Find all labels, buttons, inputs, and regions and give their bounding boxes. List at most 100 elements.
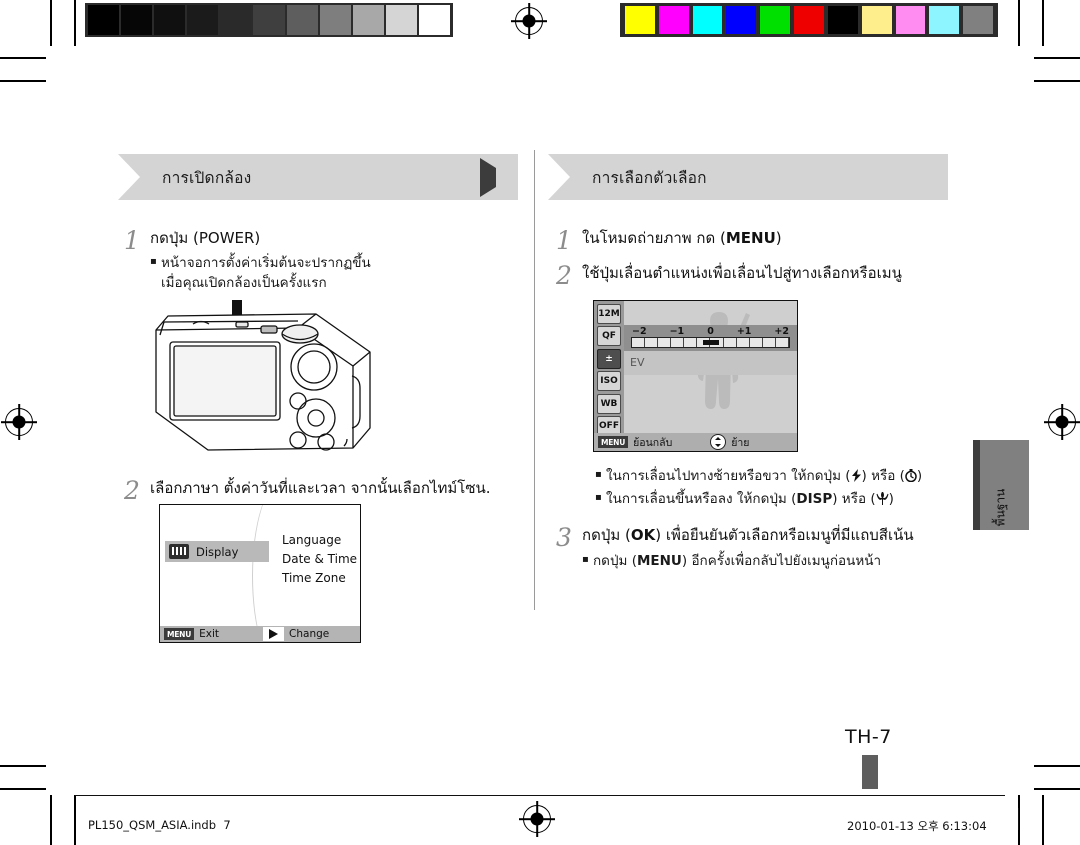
- lcd-icon-column: 12M QF ± ISO WB OFF OFF: [594, 301, 624, 451]
- crop-mark-bottom-right-h2: [1034, 788, 1080, 790]
- registration-target-icon-right: [1048, 408, 1076, 436]
- crop-mark-top-left-h2: [0, 80, 46, 82]
- change-label: Change: [289, 628, 330, 640]
- left-step-1-bullet-2: เมื่อคุณเปิดกล้องเป็นครั้งแรก: [161, 275, 327, 291]
- color-swatch-4: [760, 6, 791, 34]
- ev-tick-0: 0: [707, 326, 714, 337]
- crop-mark-top-right-h: [1034, 57, 1080, 59]
- color-swatch-2: [692, 6, 723, 34]
- option-time-zone[interactable]: Time Zone: [282, 569, 357, 588]
- macro-tulip-icon: [876, 491, 889, 505]
- footer-file: PL150_QSM_ASIA.indb: [88, 818, 217, 832]
- exit-label: Exit: [199, 628, 220, 640]
- ev-adjust-row[interactable]: −2 −1 0 +1 +2: [624, 325, 797, 351]
- ev-label: EV: [630, 356, 645, 369]
- bullet-dot-icon-4: ▪: [582, 553, 589, 565]
- gray-swatch-3: [187, 5, 219, 35]
- color-swatch-8: [895, 6, 926, 34]
- right-step-2-text: ใช้ปุ่มเลื่อนตำแหน่งเพื่อเลื่อนไปสู่ทางเ…: [582, 264, 902, 282]
- menu-key-badge-lcd: MENU: [598, 436, 629, 448]
- right-step-1: 1 ในโหมดถ่ายภาพ กด (MENU): [556, 228, 976, 253]
- color-swatch-1: [658, 6, 689, 34]
- color-swatch-7: [861, 6, 892, 34]
- ev-label-row: EV: [624, 351, 797, 375]
- camera-lcd-screen: 12M QF ± ISO WB OFF OFF −2 −1 0 +1 +2 EV…: [593, 300, 798, 452]
- lcd-bottom-bar: MENU ย้อนกลับ ย้าย: [594, 433, 797, 451]
- option-date-time[interactable]: Date & Time: [282, 550, 357, 569]
- crop-mark-top-left-h: [0, 57, 46, 59]
- right-step-2: 2 ใช้ปุ่มเลื่อนตำแหน่งเพื่อเลื่อนไปสู่ทา…: [556, 263, 986, 288]
- section-header-right: การเลือกตัวเลือก: [548, 154, 948, 200]
- right-step-2-number: 2: [556, 261, 572, 290]
- footer-page: 7: [223, 818, 231, 832]
- right-step-3-bullet: ▪ กดปุ่ม (MENU) อีกครั้งเพื่อกลับไปยังเม…: [582, 551, 914, 571]
- color-swatch-9: [929, 6, 960, 34]
- side-tab-label: พื้นฐาน: [993, 488, 1008, 527]
- ok-key-label: OK: [630, 526, 656, 544]
- right-step-3: 3 กดปุ่ม (OK) เพื่อยืนยันตัวเลือกหรือเมน…: [556, 525, 986, 571]
- color-swatch-10: [963, 6, 993, 34]
- gray-swatch-4: [220, 5, 252, 35]
- section-header-left: การเปิดกล้อง: [118, 154, 518, 200]
- decorative-curve-1: [160, 505, 191, 642]
- right-step-3-number: 3: [556, 523, 572, 552]
- left-step-1: 1 กดปุ่ม (POWER) ▪ หน้าจอการตั้งค่าเริ่ม…: [124, 228, 524, 293]
- four-way-dpad-icon: [710, 434, 727, 450]
- footer-divider: [75, 795, 1005, 796]
- camera-back-illustration: [155, 313, 371, 451]
- grayscale-calibration-strip: [85, 3, 453, 37]
- lcd-back-label: ย้อนกลับ: [633, 436, 673, 449]
- bullet-dot-icon: ▪: [150, 255, 157, 267]
- gray-swatch-6: [286, 5, 318, 35]
- display-screen-bottom-bar: MENU Exit Change: [160, 626, 360, 642]
- gray-swatch-8: [352, 5, 384, 35]
- color-swatch-3: [726, 6, 757, 34]
- crop-mark-top-right-v: [1018, 0, 1020, 46]
- registration-target-icon-bottom: [523, 805, 551, 833]
- crop-mark-bottom-right-h: [1034, 765, 1080, 767]
- left-step-1-number: 1: [124, 226, 140, 255]
- crop-mark-bottom-left-h: [0, 765, 46, 767]
- crop-mark-bottom-left-h2: [0, 788, 46, 790]
- white-balance-icon[interactable]: WB: [597, 393, 621, 414]
- left-step-2-text: เลือกภาษา ตั้งค่าวันที่และเวลา จากนั้นเล…: [150, 479, 491, 497]
- ev-icon[interactable]: ±: [597, 348, 621, 369]
- disp-key-label: DISP: [796, 491, 833, 507]
- bullet-dot-icon-3: ▪: [595, 492, 602, 503]
- quality-icon[interactable]: QF: [597, 326, 621, 346]
- crop-mark-bottom-left2-v: [74, 795, 76, 845]
- resolution-icon[interactable]: 12M: [597, 303, 621, 324]
- iso-icon[interactable]: ISO: [597, 371, 621, 391]
- display-option-list: Language Date & Time Time Zone: [282, 531, 357, 588]
- registration-target-icon-top: [515, 7, 543, 35]
- ev-slider-knob[interactable]: [702, 340, 719, 345]
- crop-mark-top-right-h2: [1034, 80, 1080, 82]
- right-step-1-text: ในโหมดถ่ายภาพ กด (MENU): [582, 229, 782, 247]
- color-swatch-6: [827, 6, 858, 34]
- section-title-left: การเปิดกล้อง: [162, 168, 252, 187]
- display-icon: [169, 544, 189, 559]
- side-tab-edge: [973, 440, 980, 530]
- ev-tick-+2: +2: [774, 326, 789, 337]
- left-step-1-bullet-1: ▪ หน้าจอการตั้งค่าเริ่มต้นจะปรากฏขึ้น: [150, 253, 371, 273]
- display-menu-item[interactable]: Display: [165, 541, 269, 562]
- display-menu-label: Display: [196, 544, 239, 559]
- ev-scale-labels: −2 −1 0 +1 +2: [624, 325, 797, 337]
- page-number: TH-7: [845, 726, 892, 748]
- ev-slider-track[interactable]: [631, 337, 790, 348]
- bullet-dot-icon-2: ▪: [595, 469, 602, 480]
- gray-swatch-5: [253, 5, 285, 35]
- footer-filename: PL150_QSM_ASIA.indb 7: [88, 818, 231, 832]
- column-divider: [534, 150, 536, 610]
- gray-swatch-7: [319, 5, 351, 35]
- footer-tick: [1018, 808, 1020, 830]
- right-bullet-1: ▪ ในการเลื่อนไปทางซ้ายหรือขวา ให้กดปุ่ม …: [595, 466, 995, 486]
- gray-swatch-9: [385, 5, 417, 35]
- gray-swatch-10: [418, 5, 451, 35]
- color-swatch-5: [794, 6, 824, 34]
- ev-tick--2: −2: [632, 326, 647, 337]
- lcd-move-label: ย้าย: [731, 436, 750, 449]
- footer-timestamp: 2010-01-13 오후 6:13:04: [847, 819, 987, 833]
- option-language[interactable]: Language: [282, 531, 357, 550]
- ev-tick-+1: +1: [736, 326, 752, 337]
